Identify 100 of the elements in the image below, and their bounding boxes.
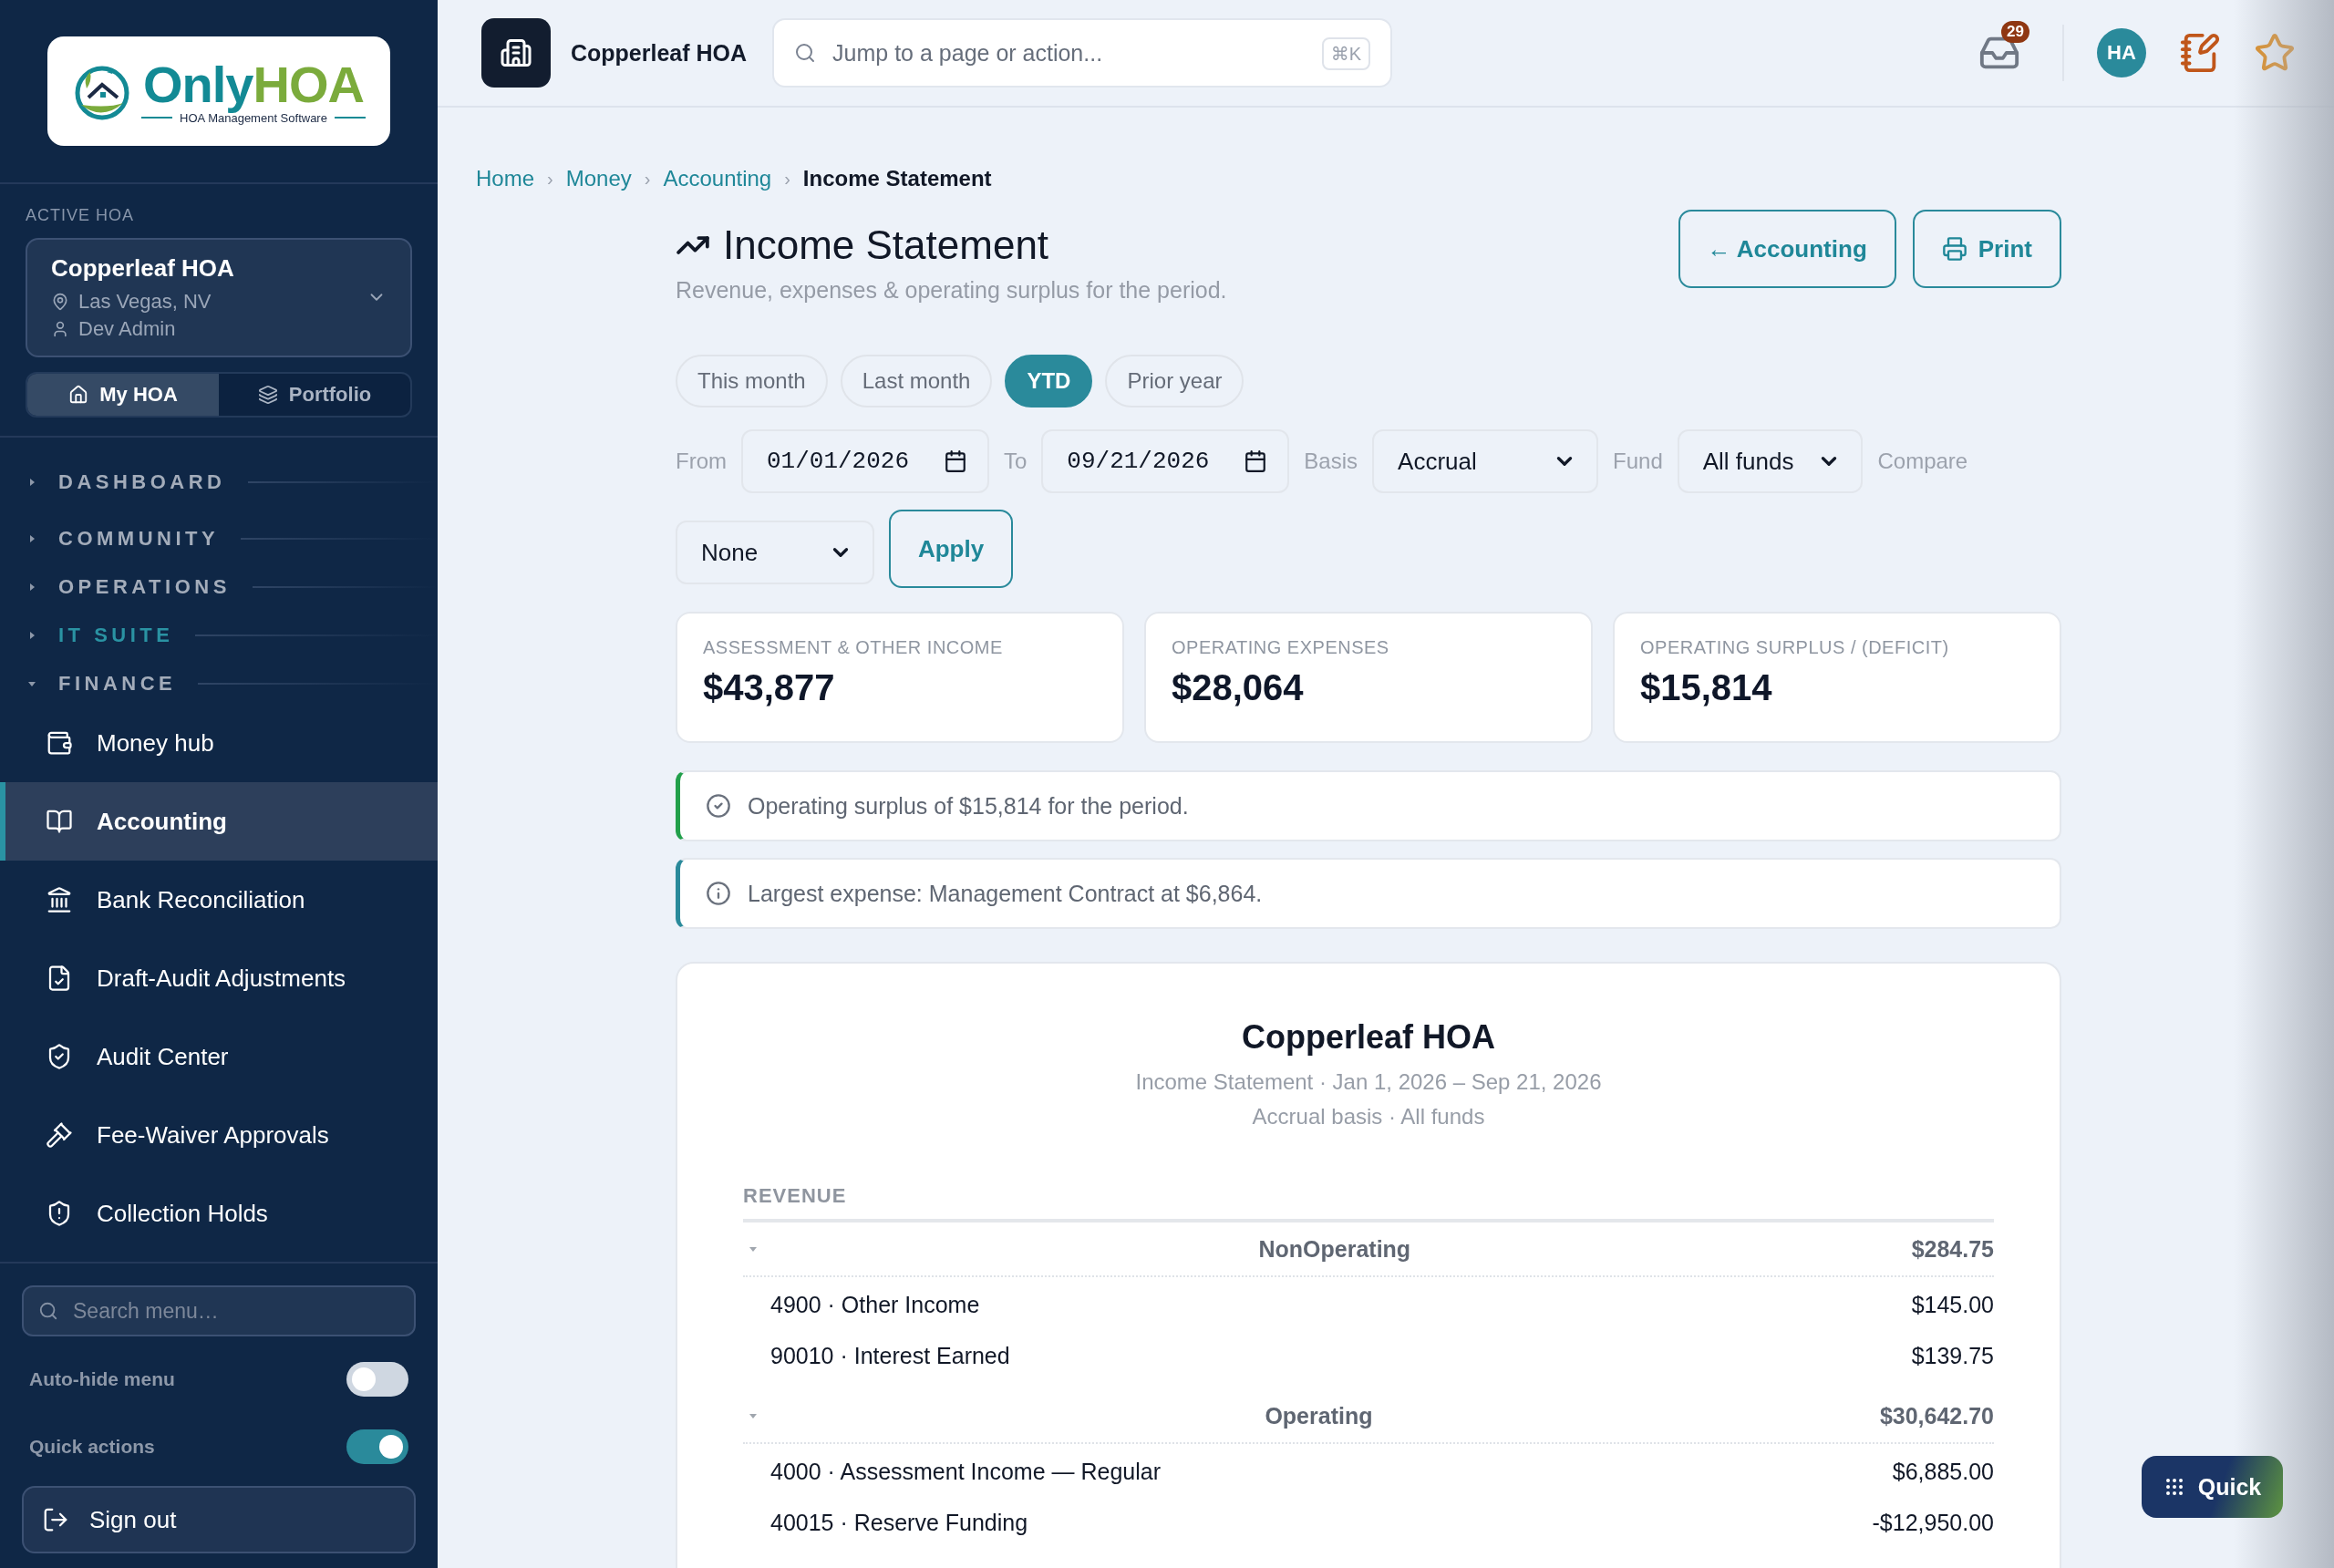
alert-text: Operating surplus of $15,814 for the period. bbox=[748, 792, 1189, 820]
scope-tab[interactable]: Portfolio bbox=[219, 374, 410, 416]
kpi-label: ASSESSMENT & OTHER INCOME bbox=[703, 637, 1004, 658]
report-subtitle: Accrual basis · All funds bbox=[1251, 1104, 1486, 1130]
period-pill[interactable]: This month bbox=[676, 355, 828, 407]
kpi-value: $15,814 bbox=[1640, 667, 1773, 708]
period-pill[interactable]: Last month bbox=[840, 355, 993, 407]
shortcut-hint: ⌘K bbox=[1321, 37, 1371, 70]
group-total: $284.75 bbox=[1911, 1235, 1994, 1263]
nav-item[interactable]: Accounting bbox=[0, 782, 438, 861]
back-button[interactable]: ← Accounting bbox=[1678, 210, 1896, 288]
select-field[interactable]: All funds bbox=[1677, 429, 1864, 493]
toggle-label: Quick actions bbox=[29, 1436, 155, 1458]
info-icon bbox=[706, 881, 731, 906]
filter-label: Fund bbox=[1613, 449, 1663, 474]
menu-section[interactable]: DASHBOARD bbox=[0, 454, 438, 511]
date-field[interactable]: 09/21/2026 bbox=[1041, 429, 1290, 493]
calendar-icon bbox=[1244, 449, 1268, 473]
hoa-user: Dev Admin bbox=[78, 317, 176, 341]
gavel-icon bbox=[46, 1121, 73, 1149]
breadcrumb-link[interactable]: Accounting bbox=[663, 166, 772, 191]
layers-icon bbox=[257, 385, 278, 405]
kpi-label: OPERATING SURPLUS / (DEFICIT) bbox=[1640, 637, 1950, 658]
wallet-icon bbox=[46, 729, 73, 757]
account-name: 90010 · Interest Earned bbox=[770, 1342, 1010, 1369]
select-field[interactable]: Accrual bbox=[1372, 429, 1599, 493]
filter-label: Basis bbox=[1304, 449, 1358, 474]
report-title: Copperleaf HOA bbox=[1240, 1018, 1496, 1057]
toggle-switch[interactable] bbox=[346, 1429, 408, 1464]
check-circle-icon bbox=[706, 793, 731, 819]
menu-search-field[interactable]: Search menu… bbox=[22, 1285, 416, 1336]
nav-item[interactable]: Draft-Audit Adjustments bbox=[0, 939, 438, 1017]
account-amount: $145.00 bbox=[1911, 1291, 1994, 1318]
group-name: Operating bbox=[1264, 1402, 1374, 1429]
select-field[interactable]: None bbox=[676, 521, 874, 584]
kpi-label: OPERATING EXPENSES bbox=[1172, 637, 1390, 658]
search-icon bbox=[794, 42, 817, 64]
building-icon[interactable] bbox=[481, 18, 551, 88]
print-button[interactable]: Print bbox=[1912, 210, 2061, 288]
book-icon bbox=[46, 808, 73, 835]
caret-right-icon bbox=[27, 478, 36, 487]
group-total: $30,642.70 bbox=[1879, 1402, 1994, 1429]
toggle-switch[interactable] bbox=[346, 1362, 408, 1397]
sign-out-icon bbox=[42, 1506, 69, 1533]
breadcrumb-link[interactable]: Money bbox=[565, 166, 632, 191]
hoa-name: Copperleaf HOA bbox=[51, 254, 235, 283]
group-name: NonOperating bbox=[1257, 1235, 1412, 1263]
menu-section[interactable]: COMMUNITY bbox=[0, 511, 438, 567]
account-amount: $139.75 bbox=[1911, 1342, 1994, 1369]
nav-item[interactable]: Money hub bbox=[0, 704, 438, 782]
period-pill[interactable]: Prior year bbox=[1105, 355, 1244, 407]
quick-actions-button[interactable]: Quick bbox=[2142, 1456, 2283, 1518]
breadcrumb-separator: › bbox=[547, 168, 553, 190]
filter-label: To bbox=[1004, 449, 1028, 474]
alert-text: Largest expense: Management Contract at $6,864. bbox=[748, 880, 1263, 907]
breadcrumb-separator: › bbox=[644, 168, 651, 190]
kpi-value: $28,064 bbox=[1172, 667, 1305, 708]
scope-tab[interactable]: My HOA bbox=[27, 374, 219, 416]
page-subtitle: Revenue, expenses & operating surplus for the period. bbox=[676, 277, 1227, 304]
sign-out-button[interactable]: Sign out bbox=[22, 1486, 416, 1553]
location-pin-icon bbox=[51, 293, 69, 311]
menu-section[interactable]: FINANCE bbox=[0, 664, 438, 704]
caret-right-icon bbox=[27, 583, 36, 592]
account-name: 4000 · Assessment Income — Regular bbox=[770, 1458, 1161, 1485]
active-hoa-label: ACTIVE HOA bbox=[26, 206, 136, 225]
caret-right-icon bbox=[27, 534, 36, 543]
kpi-value: $43,877 bbox=[703, 667, 836, 708]
home-icon bbox=[68, 385, 89, 405]
period-pill[interactable]: YTD bbox=[1005, 355, 1093, 407]
page-title: Income Statement bbox=[723, 222, 1049, 268]
menu-section[interactable]: OPERATIONS bbox=[0, 567, 438, 607]
calendar-icon bbox=[944, 449, 967, 473]
logo-wordmark: OnlyHOA bbox=[143, 57, 364, 111]
date-field[interactable]: 01/01/2026 bbox=[741, 429, 989, 493]
count-badge: 29 bbox=[2001, 21, 2029, 43]
search-icon bbox=[38, 1301, 58, 1321]
apply-button[interactable]: Apply bbox=[889, 510, 1013, 588]
nav-item[interactable]: Collection Holds bbox=[0, 1174, 438, 1253]
brand-name: Copperleaf HOA bbox=[571, 39, 748, 67]
user-avatar[interactable]: HA bbox=[2097, 28, 2146, 77]
inbox-button[interactable]: 29 bbox=[1978, 21, 2029, 74]
section-heading: REVENUE bbox=[743, 1184, 1994, 1222]
account-name: 40015 · Reserve Funding bbox=[770, 1509, 1028, 1536]
notebook-pen-icon[interactable] bbox=[2179, 32, 2221, 74]
breadcrumb-current: Income Statement bbox=[802, 166, 992, 191]
caret-right-icon bbox=[27, 631, 36, 640]
hoa-location: Las Vegas, NV bbox=[78, 290, 212, 314]
report-subtitle: Income Statement · Jan 1, 2026 – Sep 21, 2026 bbox=[1134, 1069, 1603, 1095]
account-amount: -$12,950.00 bbox=[1872, 1509, 1994, 1536]
nav-item[interactable]: Fee-Waiver Approvals bbox=[0, 1096, 438, 1174]
hoa-switcher[interactable]: Copperleaf HOA Las Vegas, NV Dev Admin bbox=[26, 238, 412, 357]
nav-item[interactable]: Bank Reconciliation bbox=[0, 861, 438, 939]
logo[interactable]: OnlyHOA HOA Management Software bbox=[47, 36, 390, 146]
nav-item[interactable]: Audit Center bbox=[0, 1017, 438, 1096]
toggle-label: Auto-hide menu bbox=[29, 1368, 175, 1390]
filter-label: Compare bbox=[1877, 449, 1968, 474]
filter-label: From bbox=[676, 449, 727, 474]
breadcrumb-link[interactable]: Home bbox=[476, 166, 535, 191]
user-icon bbox=[51, 320, 69, 338]
menu-section[interactable]: IT SUITE bbox=[0, 607, 438, 664]
